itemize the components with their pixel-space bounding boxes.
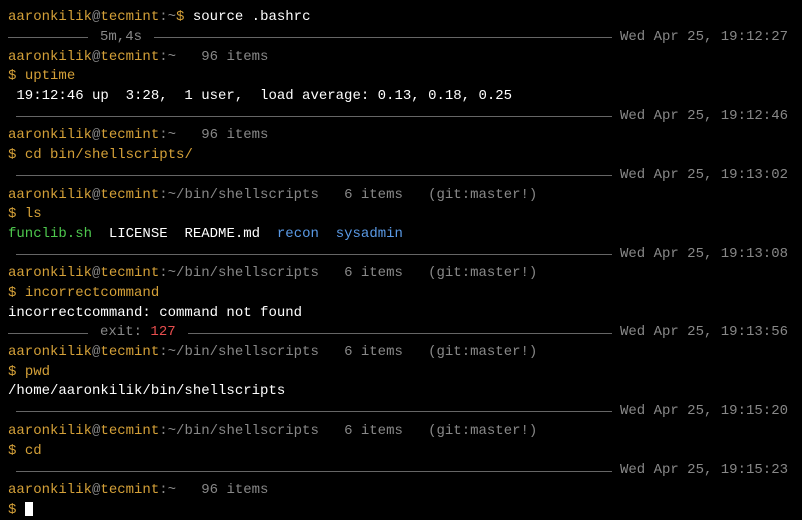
git-status: (git:master!) [403, 423, 537, 439]
prompt-sigil: $ [8, 443, 25, 459]
command-line: $ pwd [8, 363, 794, 383]
prompt-sigil: $ [8, 502, 25, 518]
terminal-window[interactable]: aaronkilik@tecmint:~$ source .bashrc5m,4… [8, 8, 794, 520]
prompt-host: tecmint [100, 187, 159, 203]
exit-label: exit: [100, 324, 150, 340]
divider: 5m,4s Wed Apr 25, 19:12:27 [8, 28, 794, 48]
prompt-host: tecmint [100, 49, 159, 65]
prompt-user: aaronkilik [8, 423, 92, 439]
prompt-sigil: $ [8, 68, 25, 84]
prompt-info-line: aaronkilik@tecmint:~/bin/shellscripts 6 … [8, 422, 794, 442]
git-status: (git:master!) [403, 344, 537, 360]
prompt-info-line: aaronkilik@tecmint:~/bin/shellscripts 6 … [8, 186, 794, 206]
command-text[interactable]: ls [25, 206, 42, 222]
divider: Wed Apr 25, 19:13:08 [8, 244, 794, 264]
items-count: 96 items [176, 49, 268, 65]
prompt-host: tecmint [100, 265, 159, 281]
command-line: $ cd [8, 442, 794, 462]
command-text[interactable]: cd bin/shellscripts/ [25, 147, 193, 163]
prompt-user: aaronkilik [8, 482, 92, 498]
prompt-info-line: aaronkilik@tecmint:~/bin/shellscripts 6 … [8, 343, 794, 363]
items-count: 6 items [319, 423, 403, 439]
prompt-path: :~ [159, 49, 176, 65]
prompt-user: aaronkilik [8, 265, 92, 281]
prompt-sigil: $ [8, 285, 25, 301]
output-line: /home/aaronkilik/bin/shellscripts [8, 382, 794, 402]
cursor [25, 502, 33, 516]
prompt-info-line: aaronkilik@tecmint:~ 96 items [8, 126, 794, 146]
divider: Wed Apr 25, 19:15:20 [8, 402, 794, 422]
git-status: (git:master!) [403, 265, 537, 281]
prompt-host: tecmint [100, 127, 159, 143]
divider-timestamp: Wed Apr 25, 19:13:02 [620, 166, 794, 186]
prompt-user: aaronkilik [8, 344, 92, 360]
prompt-info-line: aaronkilik@tecmint:~ 96 items [8, 481, 794, 501]
prompt-user: aaronkilik [8, 9, 92, 25]
command-text[interactable]: cd [25, 443, 42, 459]
items-count: 6 items [319, 265, 403, 281]
prompt-sigil: $ [8, 147, 25, 163]
command-line: $ [8, 501, 794, 520]
prompt-info-line: aaronkilik@tecmint:~/bin/shellscripts 6 … [8, 264, 794, 284]
prompt-path: :~ [159, 482, 176, 498]
command-line: $ uptime [8, 67, 794, 87]
git-status: (git:master!) [403, 187, 537, 203]
divider-info: 5m,4s [96, 28, 146, 48]
prompt-host: tecmint [100, 423, 159, 439]
prompt-path: :~/bin/shellscripts [159, 423, 319, 439]
divider: exit: 127 Wed Apr 25, 19:13:56 [8, 323, 794, 343]
command-line: $ ls [8, 205, 794, 225]
divider: Wed Apr 25, 19:12:46 [8, 106, 794, 126]
divider: Wed Apr 25, 19:13:02 [8, 166, 794, 186]
prompt-user: aaronkilik [8, 127, 92, 143]
divider-timestamp: Wed Apr 25, 19:15:23 [620, 461, 794, 481]
prompt-user: aaronkilik [8, 187, 92, 203]
prompt-user: aaronkilik [8, 49, 92, 65]
command-line: $ incorrectcommand [8, 284, 794, 304]
command-text[interactable]: pwd [25, 364, 50, 380]
prompt-path: :~/bin/shellscripts [159, 265, 319, 281]
items-count: 6 items [319, 344, 403, 360]
prompt-host: tecmint [100, 9, 159, 25]
exit-code: 127 [150, 324, 175, 340]
divider-timestamp: Wed Apr 25, 19:13:08 [620, 245, 794, 265]
divider-info: exit: 127 [96, 323, 180, 343]
prompt-path: :~/bin/shellscripts [159, 344, 319, 360]
prompt-host: tecmint [100, 482, 159, 498]
divider-timestamp: Wed Apr 25, 19:13:56 [620, 323, 794, 343]
file-entry: funclib.sh [8, 226, 92, 242]
ls-output: funclib.sh LICENSE README.md recon sysad… [8, 225, 794, 245]
command-text[interactable]: uptime [25, 68, 75, 84]
items-count: 6 items [319, 187, 403, 203]
command-text[interactable]: incorrectcommand [25, 285, 159, 301]
prompt-sigil: $ [176, 9, 193, 25]
prompt-path: :~ [159, 9, 176, 25]
divider: Wed Apr 25, 19:15:23 [8, 461, 794, 481]
file-entry: recon [277, 226, 319, 242]
prompt-sigil: $ [8, 364, 25, 380]
items-count: 96 items [176, 482, 268, 498]
file-entry: sysadmin [336, 226, 403, 242]
items-count: 96 items [176, 127, 268, 143]
output-line: 19:12:46 up 3:28, 1 user, load average: … [8, 87, 794, 107]
prompt-line: aaronkilik@tecmint:~$ source .bashrc [8, 8, 794, 28]
prompt-path: :~ [159, 127, 176, 143]
divider-timestamp: Wed Apr 25, 19:12:27 [620, 28, 794, 48]
command-text[interactable]: source .bashrc [193, 9, 311, 25]
output-line: incorrectcommand: command not found [8, 304, 794, 324]
file-entry: README.md [184, 226, 260, 242]
prompt-path: :~/bin/shellscripts [159, 187, 319, 203]
prompt-info-line: aaronkilik@tecmint:~ 96 items [8, 48, 794, 68]
prompt-host: tecmint [100, 344, 159, 360]
divider-timestamp: Wed Apr 25, 19:15:20 [620, 402, 794, 422]
file-entry: LICENSE [109, 226, 168, 242]
command-line: $ cd bin/shellscripts/ [8, 146, 794, 166]
prompt-sigil: $ [8, 206, 25, 222]
divider-timestamp: Wed Apr 25, 19:12:46 [620, 107, 794, 127]
